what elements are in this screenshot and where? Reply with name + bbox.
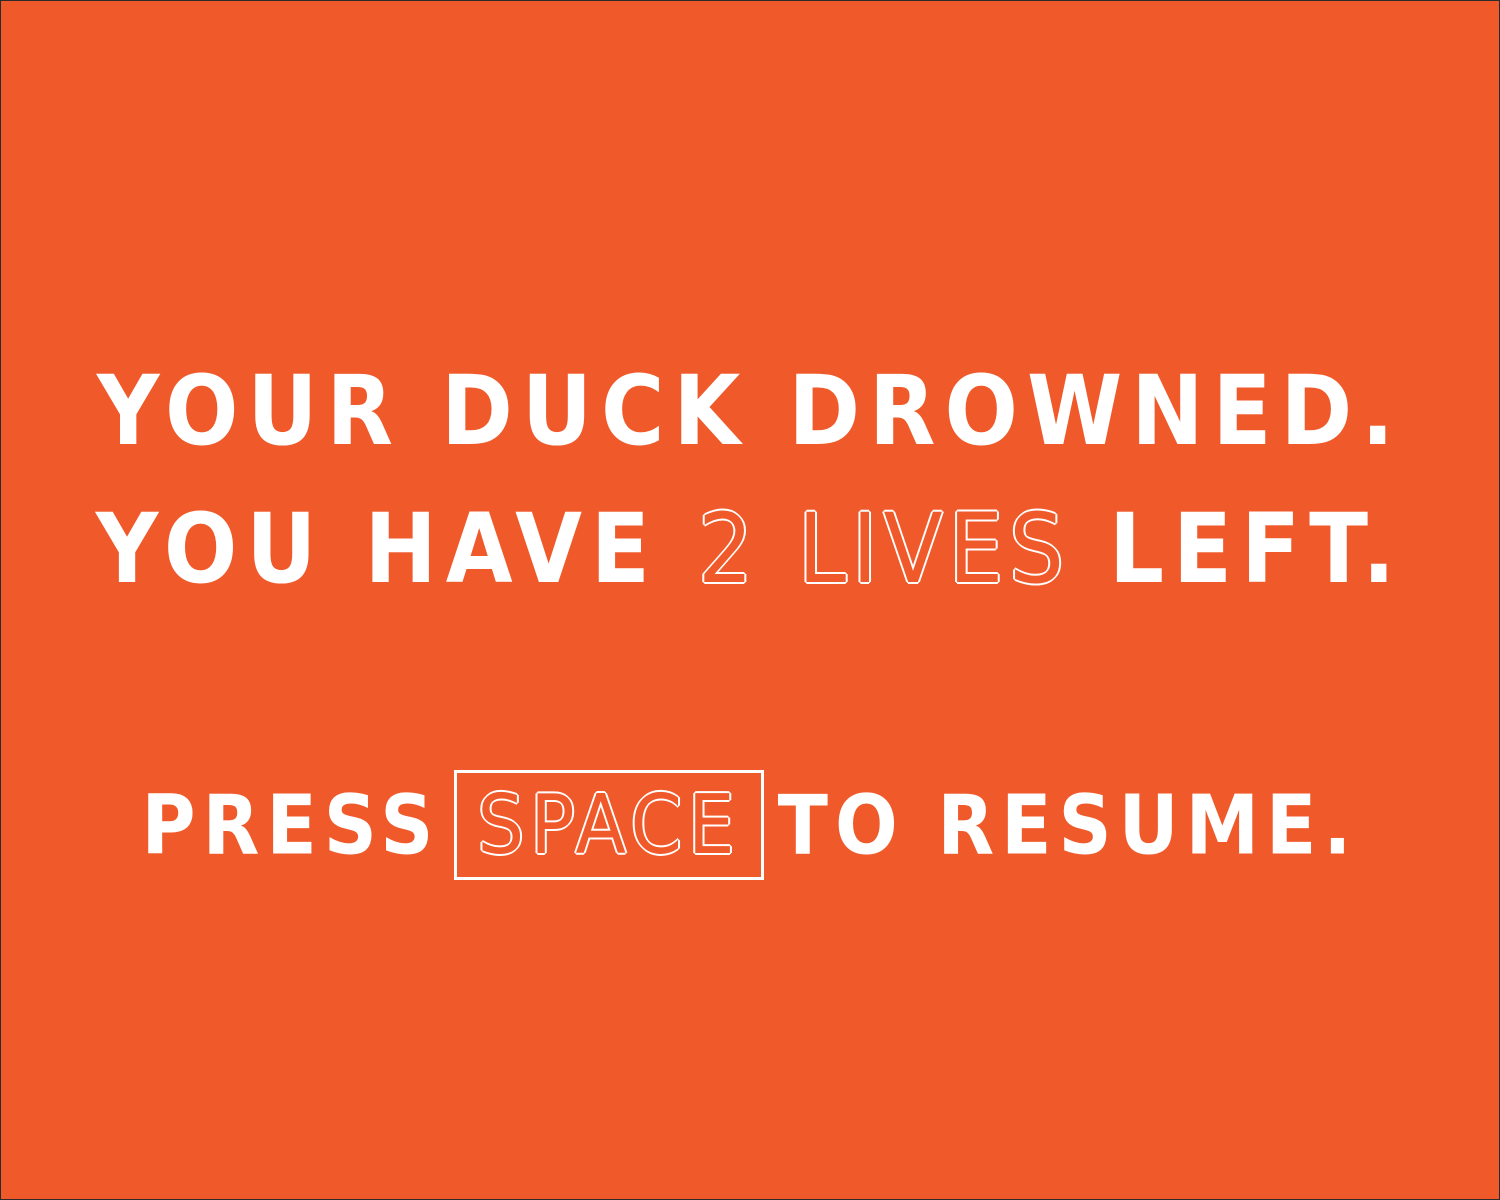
lives-message: YOU HAVE 2 LIVES LEFT.	[1, 501, 1499, 597]
resume-prompt: PRESS SPACE TO RESUME.	[1, 770, 1499, 886]
drowned-message: YOUR DUCK DROWNED.	[1, 363, 1499, 459]
space-key-label: SPACE	[477, 778, 741, 873]
press-label: PRESS	[141, 778, 441, 874]
game-over-screen: YOUR DUCK DROWNED. YOU HAVE 2 LIVES LEFT…	[0, 0, 1500, 1200]
lives-prefix: YOU HAVE	[95, 493, 659, 605]
lives-count: 2	[697, 493, 759, 605]
lives-suffix: LEFT.	[1109, 493, 1405, 605]
lives-word: LIVES	[797, 493, 1070, 605]
resume-label: TO RESUME.	[777, 778, 1359, 874]
drowned-text: YOUR DUCK DROWNED.	[96, 355, 1404, 467]
space-key-button[interactable]: SPACE	[454, 770, 764, 880]
